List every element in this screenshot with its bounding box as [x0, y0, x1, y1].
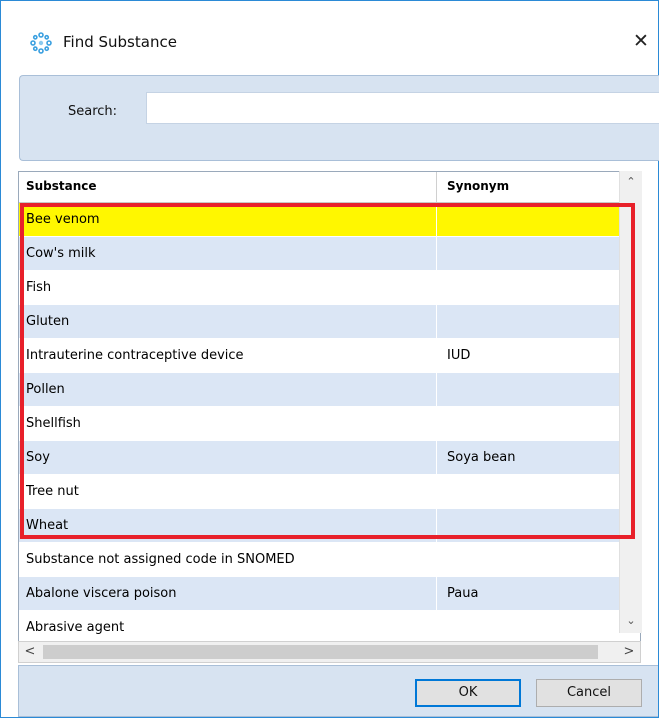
cell-divider — [436, 509, 437, 543]
cell-substance: Abrasive agent — [26, 620, 125, 635]
search-input[interactable] — [146, 92, 659, 124]
cell-divider — [436, 339, 437, 373]
cell-divider — [436, 543, 437, 577]
horizontal-scroll-thumb[interactable] — [43, 645, 598, 659]
scroll-left-icon[interactable]: < — [21, 643, 39, 661]
cell-divider — [436, 611, 437, 641]
table-row[interactable]: Soy Soya bean — [19, 441, 636, 475]
table-row[interactable]: Intrauterine contraceptive device IUD — [19, 339, 636, 373]
cell-substance: Pollen — [26, 382, 65, 397]
horizontal-scrollbar[interactable]: < > — [18, 641, 641, 663]
column-header-synonym[interactable]: Synonym — [447, 179, 509, 193]
cell-substance: Substance not assigned code in SNOMED — [26, 552, 295, 567]
table-row[interactable]: Tree nut — [19, 475, 636, 509]
cell-divider — [436, 271, 437, 305]
dialog-title: Find Substance — [63, 33, 177, 51]
substance-grid: Substance Synonym Bee venom Cow's milk Fis… — [18, 171, 641, 641]
table-row[interactable]: Cow's milk — [19, 237, 636, 271]
cell-divider — [436, 441, 437, 475]
table-row[interactable]: Pollen — [19, 373, 636, 407]
table-row[interactable]: Abrasive agent — [19, 611, 636, 641]
cell-substance: Fish — [26, 280, 52, 295]
column-header-substance[interactable]: Substance — [26, 179, 97, 193]
cell-substance: Soy — [26, 450, 50, 465]
cell-synonym: IUD — [447, 348, 471, 363]
table-row[interactable]: Gluten — [19, 305, 636, 339]
table-row[interactable]: Wheat — [19, 509, 636, 543]
close-icon[interactable]: ✕ — [633, 30, 649, 52]
cell-divider — [436, 203, 437, 237]
table-row[interactable]: Shellfish — [19, 407, 636, 441]
cell-substance: Wheat — [26, 518, 69, 533]
cell-substance: Tree nut — [26, 484, 79, 499]
grid-rows: Bee venom Cow's milk Fish Gluten Intrauterin… — [19, 203, 636, 641]
cell-substance: Gluten — [26, 314, 70, 329]
cell-divider — [436, 577, 437, 611]
cell-substance: Cow's milk — [26, 246, 96, 261]
ok-button[interactable]: OK — [415, 679, 521, 707]
cell-synonym: Paua — [447, 586, 479, 601]
cell-divider — [436, 407, 437, 441]
cell-substance: Intrauterine contraceptive device — [26, 348, 244, 363]
column-divider[interactable] — [436, 172, 437, 202]
cell-substance: Shellfish — [26, 416, 81, 431]
vertical-scroll-thumb[interactable] — [623, 201, 639, 601]
scroll-up-icon[interactable]: ⌃ — [620, 171, 642, 191]
cell-divider — [436, 373, 437, 407]
table-row[interactable]: Bee venom — [19, 203, 636, 237]
cell-substance: Bee venom — [26, 212, 100, 227]
table-row[interactable]: Substance not assigned code in SNOMED — [19, 543, 636, 577]
vertical-scrollbar[interactable]: ⌃ ⌄ — [619, 171, 642, 633]
dialog-footer: OK Cancel — [18, 665, 658, 717]
scroll-right-icon[interactable]: > — [620, 643, 638, 661]
title-bar: Find Substance ✕ — [1, 1, 658, 71]
scroll-down-icon[interactable]: ⌄ — [620, 611, 642, 631]
cell-substance: Abalone viscera poison — [26, 586, 177, 601]
search-panel: Search: — [19, 75, 659, 161]
grid-header: Substance Synonym — [19, 172, 640, 203]
table-row[interactable]: Fish — [19, 271, 636, 305]
cell-divider — [436, 237, 437, 271]
search-label: Search: — [68, 104, 118, 119]
atom-spinner-icon — [30, 32, 52, 54]
cell-divider — [436, 305, 437, 339]
cell-synonym: Soya bean — [447, 450, 516, 465]
table-row[interactable]: Abalone viscera poison Paua — [19, 577, 636, 611]
cancel-button[interactable]: Cancel — [536, 679, 642, 707]
cell-divider — [436, 475, 437, 509]
